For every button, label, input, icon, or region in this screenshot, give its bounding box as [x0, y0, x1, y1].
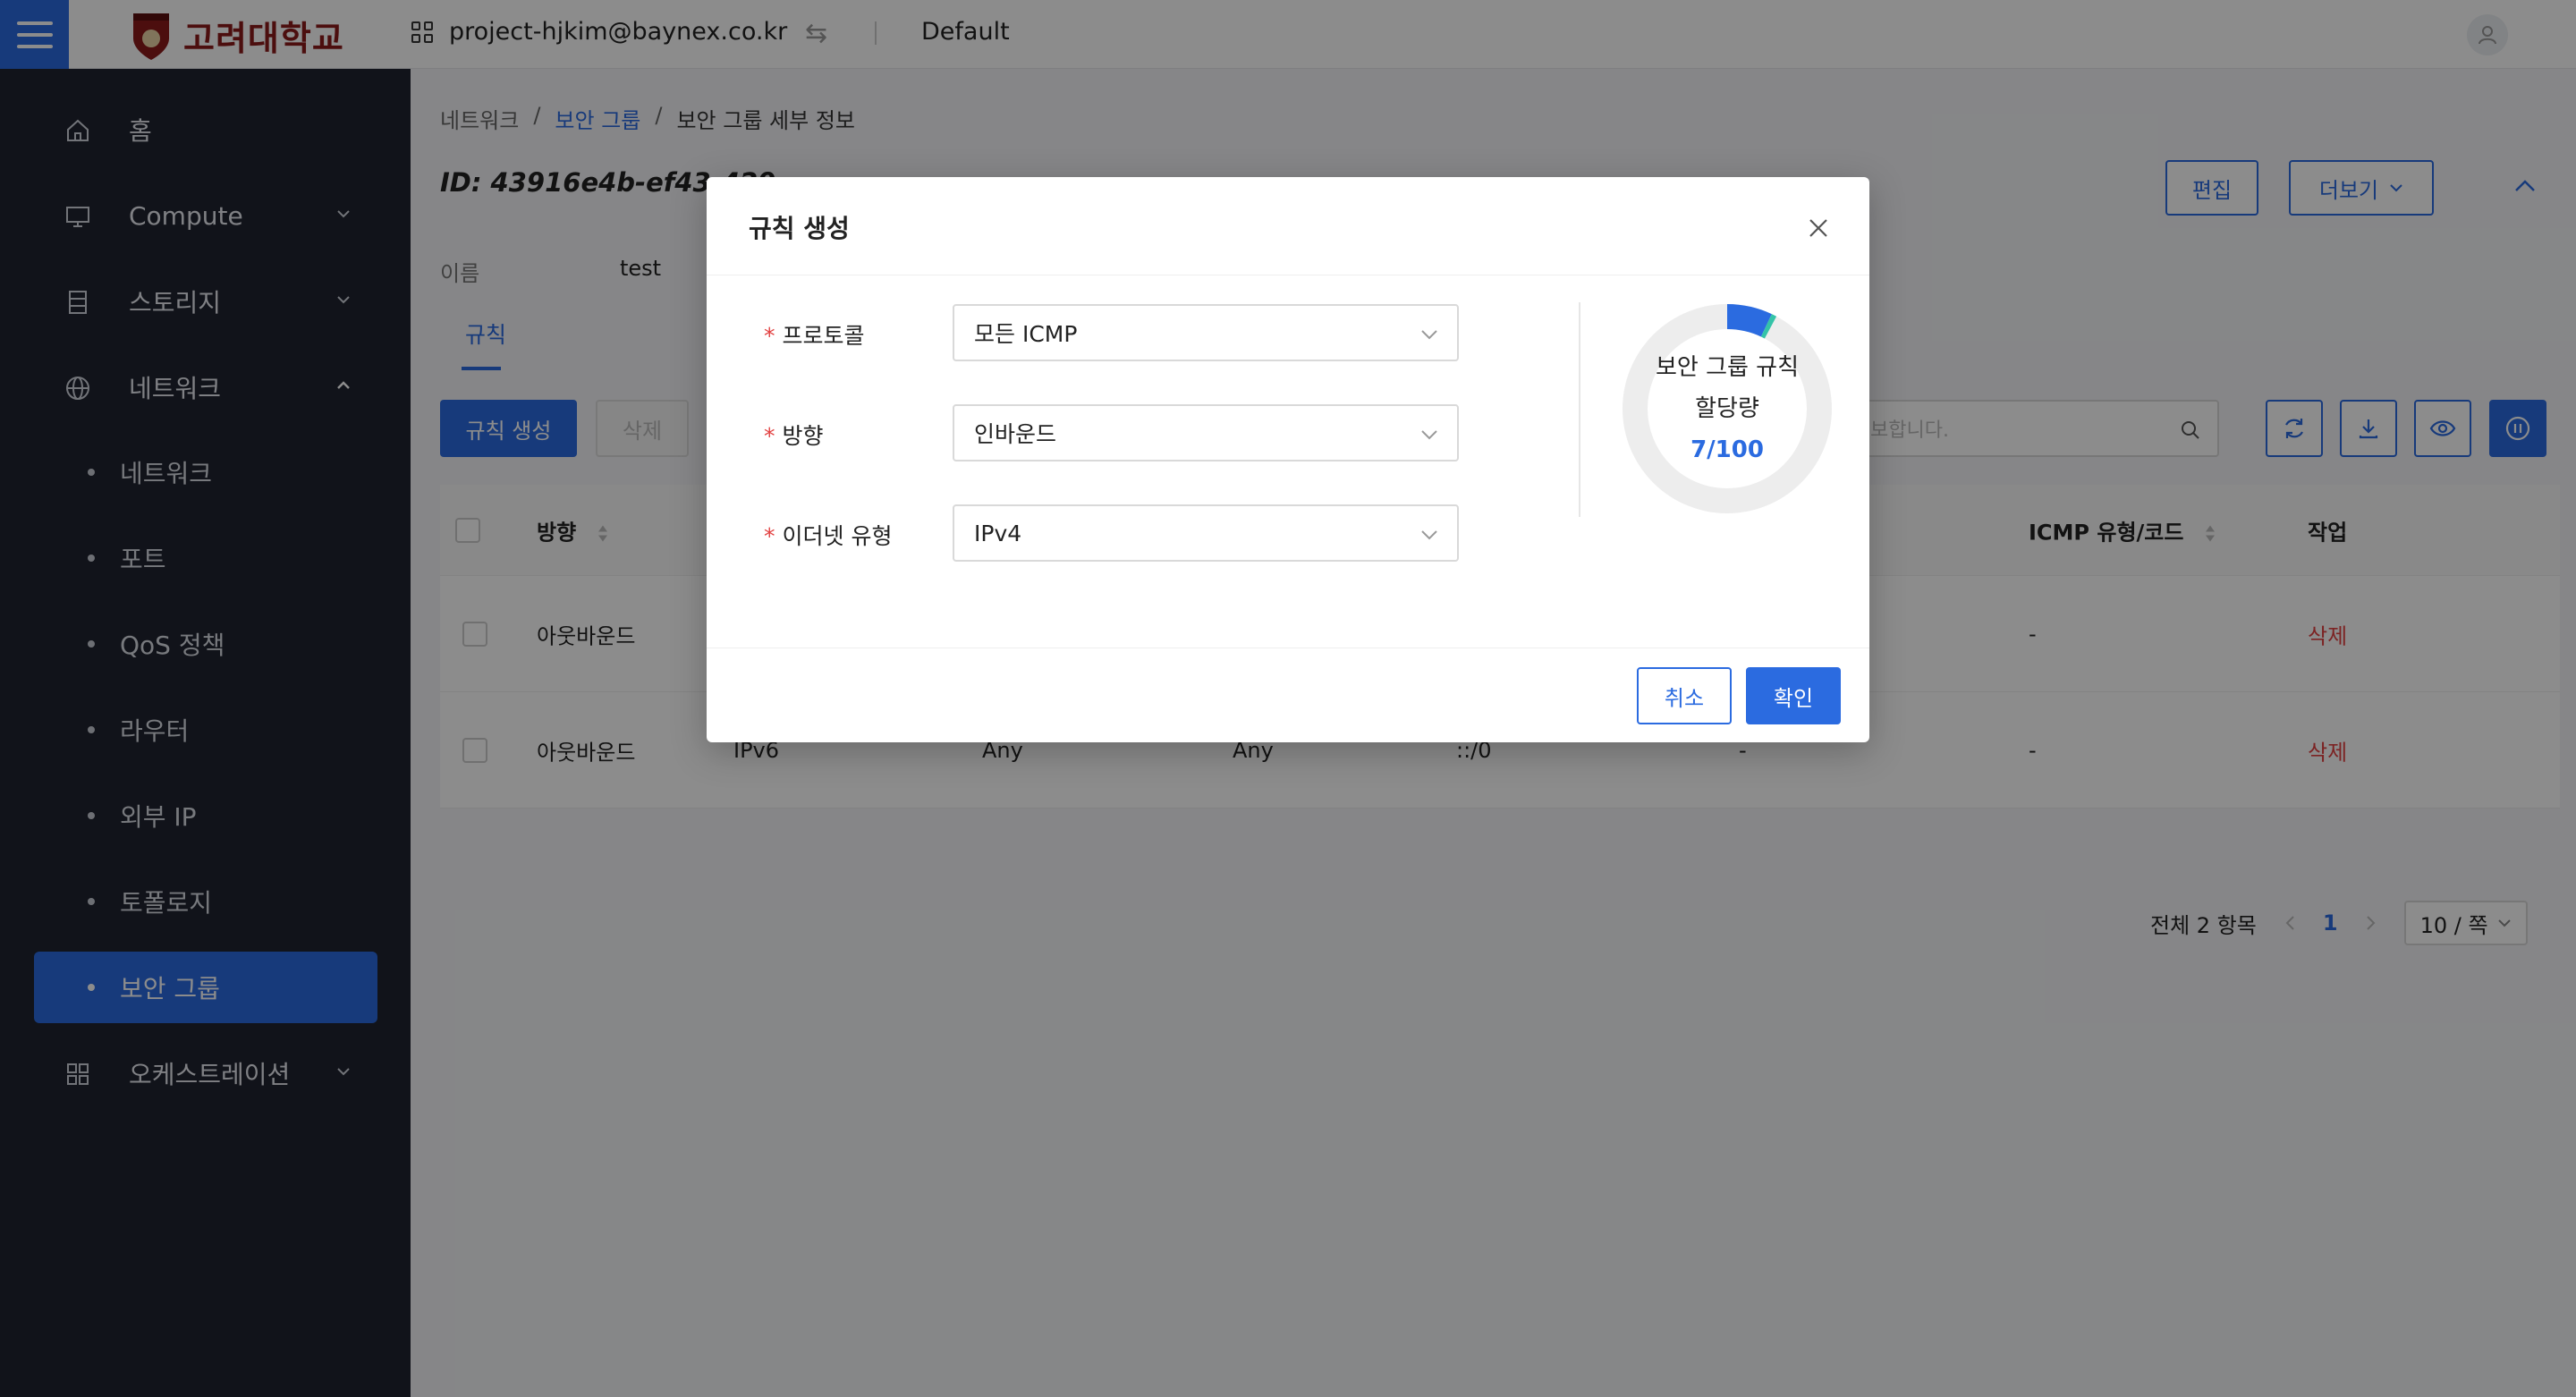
modal-divider	[1579, 302, 1580, 517]
chevron-down-icon	[1421, 330, 1437, 340]
cancel-button[interactable]: 취소	[1637, 667, 1732, 724]
field-label-text: 이더넷 유형	[782, 523, 893, 549]
modal-title: 규칙 생성	[749, 214, 850, 243]
protocol-select[interactable]: 모든 ICMP	[953, 304, 1459, 361]
quota-label: 보안 그룹 규칙 할당량 7/100	[1617, 347, 1837, 470]
form-row-direction: * 방향 인바운드	[707, 404, 1494, 461]
form-row-ether-type: * 이더넷 유형 IPv4	[707, 504, 1494, 562]
chevron-down-icon	[1421, 530, 1437, 540]
ether-type-label: * 이더넷 유형	[764, 523, 893, 549]
direction-select[interactable]: 인바운드	[953, 404, 1459, 461]
field-label-text: 프로토콜	[782, 323, 865, 349]
create-rule-modal: 규칙 생성 * 프로토콜 모든 ICMP * 방향 인바운드 * 이더넷 유형 IPv…	[707, 177, 1869, 742]
quota-title-line2: 할당량	[1695, 395, 1759, 422]
quota-value: 7/100	[1690, 436, 1764, 463]
quota-title-line1: 보안 그룹 규칙	[1655, 354, 1800, 381]
chevron-down-icon	[1421, 430, 1437, 440]
direction-label: * 방향	[764, 423, 824, 449]
protocol-label: * 프로토콜	[764, 323, 865, 349]
direction-value: 인바운드	[974, 421, 1057, 447]
modal-header: 규칙 생성	[707, 177, 1869, 275]
ether-type-value: IPv4	[974, 520, 1022, 546]
ether-type-select[interactable]: IPv4	[953, 504, 1459, 562]
field-label-text: 방향	[782, 423, 824, 449]
protocol-value: 모든 ICMP	[974, 321, 1078, 347]
confirm-button[interactable]: 확인	[1746, 667, 1841, 724]
form-row-protocol: * 프로토콜 모든 ICMP	[707, 304, 1494, 361]
close-icon[interactable]	[1805, 215, 1832, 241]
